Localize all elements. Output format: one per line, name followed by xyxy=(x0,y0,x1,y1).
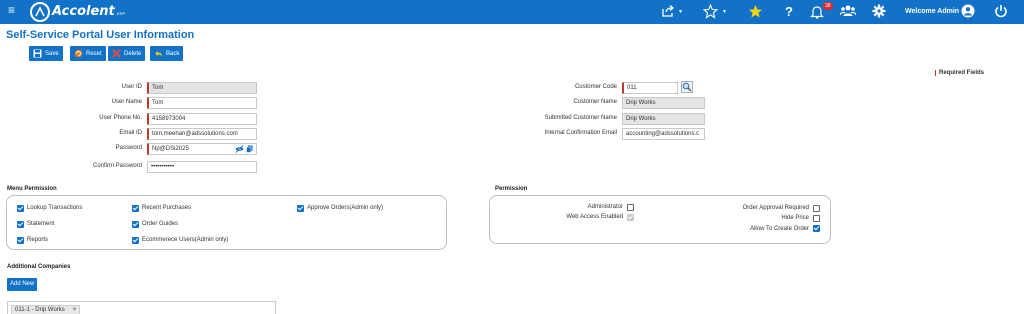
back-icon xyxy=(154,49,163,58)
order-guides-label: Order Guides xyxy=(142,221,179,227)
web-access-enabled-checkbox[interactable] xyxy=(627,214,634,221)
confirm-password-field[interactable]: ••••••••••• xyxy=(147,161,257,173)
user-id-field[interactable]: Tom xyxy=(147,82,257,94)
email-id-label: Email ID xyxy=(119,130,142,136)
customer-search-icon[interactable] xyxy=(681,81,693,93)
hide-price-checkbox[interactable] xyxy=(813,215,820,222)
permission-title: Permission xyxy=(495,186,528,192)
reset-button[interactable]: Reset xyxy=(70,46,106,61)
recent-purchases-checkbox[interactable] xyxy=(132,205,139,212)
back-button[interactable]: Back xyxy=(150,46,184,61)
delete-button[interactable]: Delete xyxy=(108,46,146,61)
app-logo-text[interactable]: Accolent xyxy=(52,4,115,19)
notification-bell-icon[interactable] xyxy=(810,4,824,20)
submitted-customer-name-field[interactable]: Drip Works xyxy=(622,113,705,125)
remove-tag-icon[interactable]: × xyxy=(73,306,77,314)
save-button-label: Save xyxy=(45,50,59,57)
approve-orders-label: Approve Orders(Admin only) xyxy=(307,205,384,211)
reports-checkbox[interactable] xyxy=(17,237,24,244)
help-icon[interactable]: ? xyxy=(785,4,793,20)
administrator-checkbox[interactable] xyxy=(627,204,634,211)
back-button-label: Back xyxy=(166,50,180,57)
required-fields-note: Required Fields xyxy=(935,70,984,76)
logo-icon[interactable] xyxy=(30,2,50,22)
order-guides-checkbox[interactable] xyxy=(132,221,139,228)
copy-password-icon[interactable] xyxy=(246,145,253,155)
save-button[interactable]: Save xyxy=(29,46,63,61)
customer-code-field[interactable]: 011 xyxy=(622,82,678,94)
company-tag-label: 011-1 - Drip Works xyxy=(15,307,65,313)
allow-create-order-checkbox[interactable] xyxy=(813,225,820,232)
delete-button-label: Delete xyxy=(124,50,142,57)
menu-permission-title: Menu Permission xyxy=(7,186,57,192)
welcome-text: Welcome Admin xyxy=(905,8,960,15)
submitted-customer-name-label: Submitted Customer Name xyxy=(544,115,617,121)
statement-label: Statement xyxy=(27,221,55,227)
save-icon xyxy=(33,49,42,58)
user-phone-label: User Phone No. xyxy=(99,115,142,121)
customer-code-label: Customer Code xyxy=(574,84,617,90)
web-access-enabled-label: Web Access Enabled xyxy=(566,214,623,220)
reset-icon xyxy=(74,49,83,58)
user-avatar-icon[interactable] xyxy=(961,4,975,20)
internal-email-label: Internal Confirmation Email xyxy=(544,130,617,136)
user-id-label: User ID xyxy=(121,84,142,90)
favorites-star-outline-icon[interactable] xyxy=(703,4,718,20)
password-value: Np@DSi2025 xyxy=(152,146,189,152)
menu-icon[interactable]: ≡ xyxy=(8,3,15,17)
page-title: Self-Service Portal User Information xyxy=(6,29,195,41)
notification-count-badge: 38 xyxy=(823,2,833,10)
password-label: Password xyxy=(115,145,142,151)
favorites-dropdown-caret-icon[interactable]: ▼ xyxy=(722,9,727,15)
power-logout-icon[interactable] xyxy=(994,4,1008,20)
customer-name-field[interactable]: Drip Works xyxy=(622,97,705,109)
recent-purchases-label: Recent Purchases xyxy=(142,205,192,211)
additional-companies-multiselect[interactable]: 011-1 - Drip Works × xyxy=(7,301,276,314)
favorite-star-filled-icon[interactable] xyxy=(748,4,763,20)
reports-label: Reports xyxy=(27,237,49,243)
users-group-icon[interactable] xyxy=(840,4,856,20)
allow-create-order-label: Allow To Create Order xyxy=(750,226,809,232)
email-id-field[interactable]: tom.meehan@adssolutions.com xyxy=(147,128,257,140)
administrator-label: Administrator xyxy=(587,204,623,210)
share-icon[interactable] xyxy=(661,4,675,20)
hide-price-label: Hide Price xyxy=(781,215,809,221)
show-password-eye-icon[interactable] xyxy=(235,145,244,155)
company-tag: 011-1 - Drip Works × xyxy=(11,305,81,314)
user-phone-field[interactable]: 4158973004 xyxy=(147,113,257,125)
order-approval-required-label: Order Approval Required xyxy=(742,205,809,211)
ecommerce-users-label: Ecommerece Users(Admin only) xyxy=(142,237,229,243)
user-name-field[interactable]: Tom xyxy=(147,97,257,109)
top-bar: ≡ Accolent ERP ▼ ▼ ? 38 Welcome Admin xyxy=(0,0,1024,24)
user-name-label: User Name xyxy=(111,99,142,105)
confirm-password-label: Confirm Password xyxy=(92,163,142,169)
lookup-transactions-checkbox[interactable] xyxy=(17,205,24,212)
settings-gear-icon[interactable] xyxy=(872,4,886,20)
lookup-transactions-label: Lookup Transactions xyxy=(27,205,83,211)
additional-companies-title: Additional Companies xyxy=(7,264,71,270)
reset-button-label: Reset xyxy=(86,50,102,57)
order-approval-required-checkbox[interactable] xyxy=(813,205,820,212)
add-new-button[interactable]: Add New xyxy=(7,278,38,291)
share-dropdown-caret-icon[interactable]: ▼ xyxy=(678,9,683,15)
app-logo-suffix: ERP xyxy=(117,11,126,16)
approve-orders-checkbox[interactable] xyxy=(297,205,304,212)
ecommerce-users-checkbox[interactable] xyxy=(132,237,139,244)
delete-icon xyxy=(112,49,121,58)
internal-email-field[interactable]: accounting@adssolutions.c xyxy=(622,128,705,140)
statement-checkbox[interactable] xyxy=(17,221,24,228)
customer-name-label: Customer Name xyxy=(573,99,617,105)
